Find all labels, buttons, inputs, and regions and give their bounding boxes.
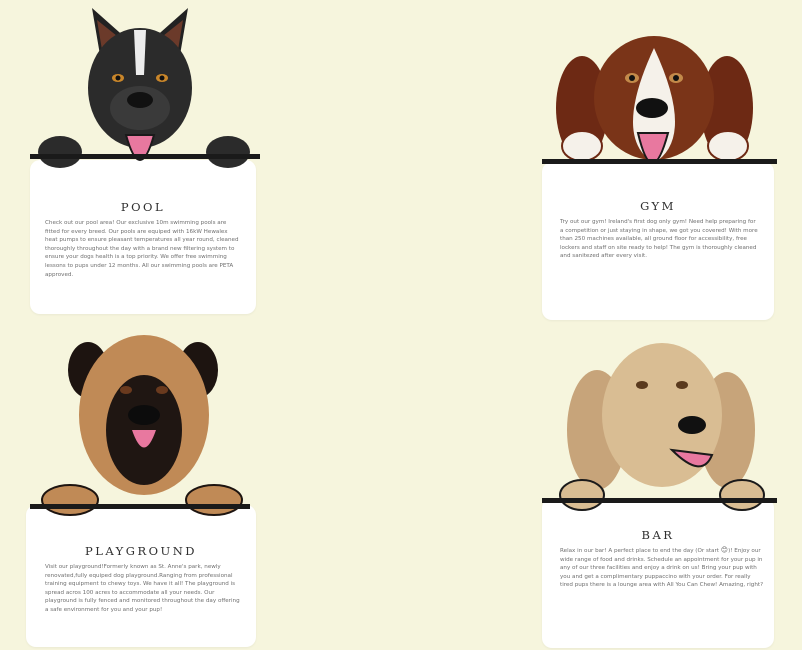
mastiff-dog-icon — [30, 335, 250, 516]
playground-description: Visit our playground!Formerly known as S… — [45, 564, 240, 613]
bar-description-end: )! Enjoy our wide range of food and drin… — [560, 548, 764, 589]
bar-description-start: Relax in our bar! A perfect place to end… — [560, 548, 719, 554]
pool-description: Check out our pool area! Our exclusive 1… — [45, 220, 239, 278]
golden-retriever-dog-icon — [542, 343, 777, 511]
bar-description: Relax in our bar! A perfect place to end… — [560, 547, 764, 590]
pool-title: POOL — [120, 200, 166, 214]
playground-title: PLAYGROUND — [84, 544, 198, 558]
playground-card: PLAYGROUND Visit our playground!Formerly… — [26, 505, 256, 647]
gym-title: GYM — [640, 199, 676, 213]
black-pitbull-dog-icon — [30, 8, 260, 168]
gym-description: Try out our gym! Ireland's first dog onl… — [560, 219, 758, 260]
spaniel-dog-icon — [542, 36, 777, 164]
smile-emoji-icon: 😊 — [720, 546, 729, 554]
bar-title: BAR — [641, 528, 675, 542]
